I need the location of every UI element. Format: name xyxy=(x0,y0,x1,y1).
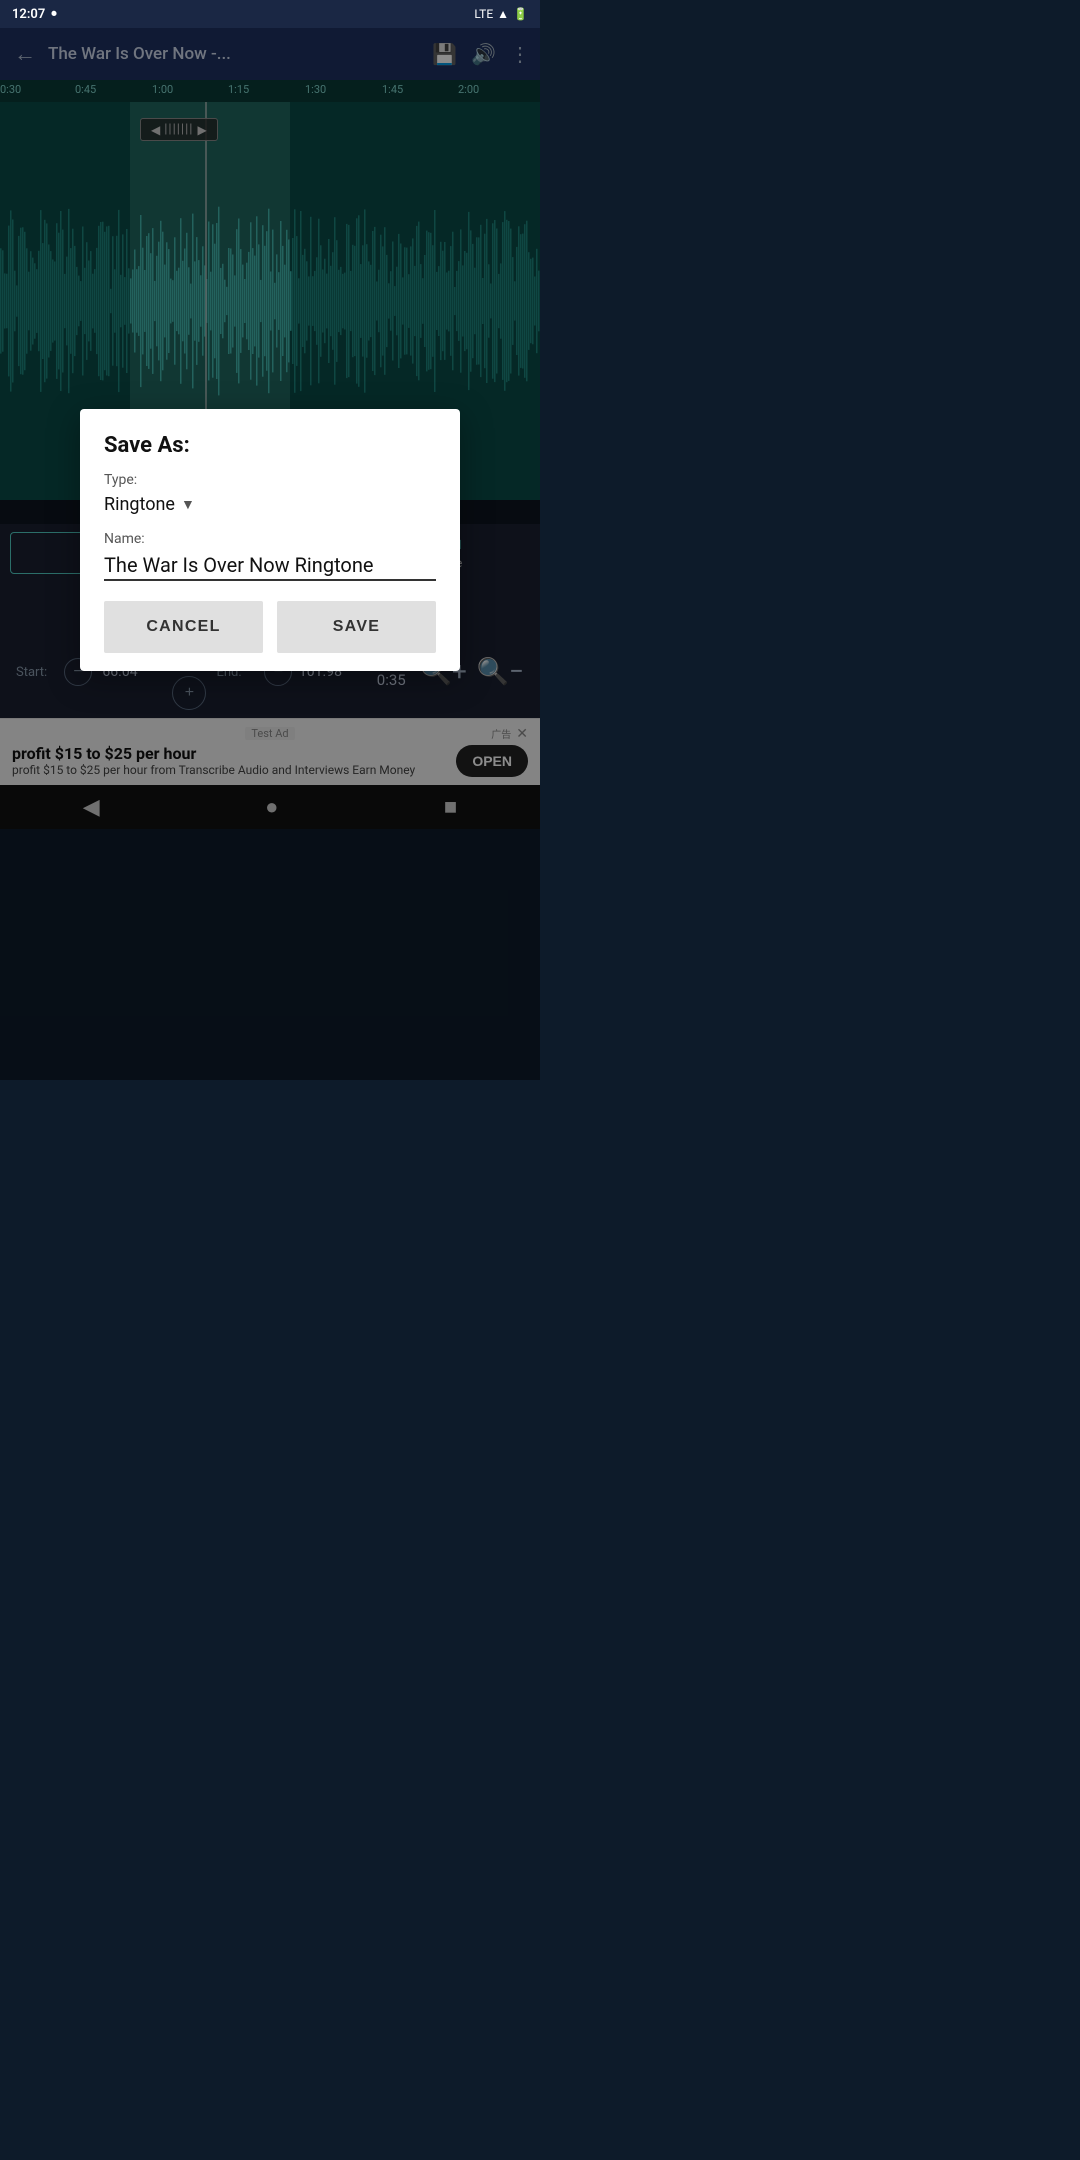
dropdown-arrow-icon: ▼ xyxy=(181,496,195,513)
recording-icon: ⏺ xyxy=(51,7,57,21)
status-left: 12:07 ⏺ xyxy=(12,7,57,22)
type-select[interactable]: Ringtone ▼ xyxy=(104,494,195,515)
status-right: LTE ▲ 🔋 xyxy=(474,7,528,21)
battery-icon: 🔋 xyxy=(513,7,528,21)
cancel-button[interactable]: CANCEL xyxy=(104,601,263,653)
lte-label: LTE xyxy=(474,7,493,21)
save-as-dialog: Save As: Type: Ringtone ▼ Name: CANCEL S… xyxy=(80,409,460,671)
name-input-row xyxy=(104,553,436,581)
type-label: Type: xyxy=(104,472,436,488)
name-label: Name: xyxy=(104,531,436,547)
name-input[interactable] xyxy=(104,553,436,577)
signal-icon: ▲ xyxy=(497,7,509,21)
dialog-title: Save As: xyxy=(104,433,436,458)
dialog-overlay: Save As: Type: Ringtone ▼ Name: CANCEL S… xyxy=(0,0,540,1080)
status-bar: 12:07 ⏺ LTE ▲ 🔋 xyxy=(0,0,540,28)
status-time: 12:07 xyxy=(12,7,45,22)
type-value: Ringtone xyxy=(104,494,175,515)
dialog-buttons: CANCEL SAVE xyxy=(104,601,436,653)
save-button[interactable]: SAVE xyxy=(277,601,436,653)
type-row: Ringtone ▼ xyxy=(104,492,436,521)
